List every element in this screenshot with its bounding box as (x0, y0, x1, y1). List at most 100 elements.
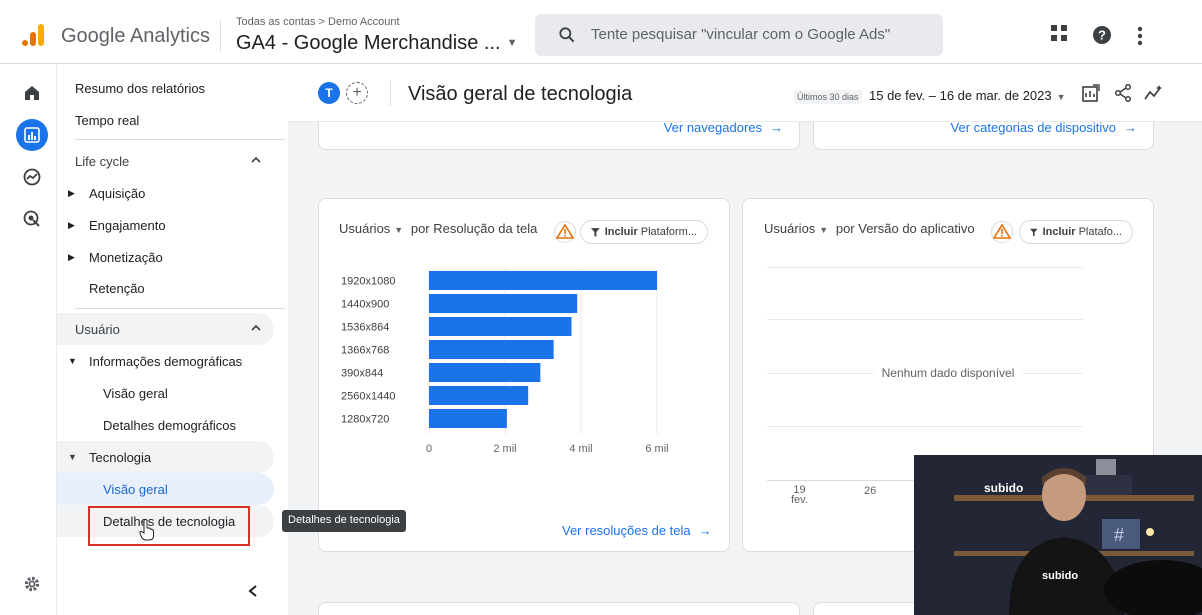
view-screen-resolutions-link[interactable]: Ver resoluções de tela → (562, 523, 712, 538)
reports-nav-button[interactable] (16, 119, 48, 151)
more-vert-icon[interactable] (1137, 26, 1143, 46)
dimension-label: por Versão do aplicativo (835, 221, 975, 236)
comparison-avatar[interactable]: T (318, 82, 340, 104)
home-nav-button[interactable] (16, 77, 48, 109)
nav-item-engagement[interactable]: ▶ Engajamento (68, 209, 166, 241)
category-label: 390x844 (341, 368, 383, 380)
gridline (767, 426, 1083, 427)
platform-filter-chip[interactable]: Incluir Plataform... (580, 220, 708, 244)
nav-item-tech-overview[interactable]: Visão geral (57, 473, 274, 505)
filter-value: Plataform... (640, 226, 697, 238)
x-tick-label: 2 mil (493, 443, 516, 455)
page-header: T + Visão geral de tecnologia Últimos 30… (288, 64, 1202, 122)
chevron-up-icon (251, 156, 261, 163)
view-browsers-link[interactable]: Ver navegadores → (664, 120, 783, 135)
nav-item-label: Visão geral (103, 481, 168, 497)
nav-item-reports-snapshot[interactable]: Resumo dos relatórios (75, 72, 205, 104)
share-icon[interactable] (1114, 84, 1132, 102)
top-bar: Google Analytics Todas as contas > Demo … (0, 0, 1202, 64)
expand-arrow-icon: ▶ (68, 251, 75, 262)
nav-item-demographics-overview[interactable]: Visão geral (103, 377, 168, 409)
google-analytics-logo-icon[interactable] (20, 22, 46, 48)
x-tick-label: 0 (426, 443, 432, 455)
bar-chart-icon (24, 127, 40, 143)
card-header: Usuários ▼ por Resolução da tela (339, 221, 537, 236)
nav-item-label: Monetização (89, 249, 163, 265)
metric-label: Usuários (764, 221, 816, 236)
no-data-text: Nenhum dado disponível (873, 366, 1023, 380)
highlight-box (88, 506, 250, 546)
view-device-categories-link[interactable]: Ver categorias de dispositivo → (951, 120, 1137, 135)
nav-section-lifecycle[interactable]: Life cycle (57, 145, 274, 177)
nav-item-monetization[interactable]: ▶ Monetização (68, 241, 163, 273)
link-label: Ver navegadores (663, 120, 762, 135)
dimension-label: por Resolução da tela (410, 221, 538, 236)
bar (429, 317, 572, 336)
caret-down-icon: ▼ (819, 225, 829, 235)
caret-down-icon: ▼ (394, 225, 404, 235)
nav-divider (75, 139, 285, 140)
bar (429, 294, 578, 313)
date-range-value: 15 de fev. – 16 de mar. de 2023 (869, 88, 1052, 103)
card-header: Usuários ▼ por Versão do aplicativo (764, 221, 975, 236)
warning-icon[interactable] (991, 221, 1013, 243)
nav-section-technology[interactable]: ▼ Tecnologia (57, 441, 274, 473)
svg-text:?: ? (1098, 28, 1106, 43)
resolution-bar-chart: 0 2 mil 4 mil 6 mil 1920x1080 1440x900 1536x86… (341, 269, 669, 455)
customize-report-icon[interactable] (1082, 84, 1100, 102)
search-box[interactable]: Tente pesquisar "vincular com o Google A… (535, 14, 943, 56)
date-range-picker[interactable]: 15 de fev. – 16 de mar. de 2023 ▼ (869, 88, 1066, 103)
category-label: 1536x864 (341, 322, 389, 334)
property-selector[interactable]: GA4 - Google Merchandise ... ▼ (236, 32, 517, 55)
home-icon (25, 86, 39, 100)
warning-icon[interactable] (554, 221, 576, 243)
expand-arrow-icon: ▶ (68, 219, 75, 230)
nav-item-demographics[interactable]: ▼ Informações demográficas (68, 345, 242, 377)
section-label: Usuário (75, 321, 120, 337)
platform-filter-chip[interactable]: Incluir Platafo... (1019, 220, 1133, 244)
caret-down-icon: ▼ (506, 37, 518, 49)
arrow-right-icon: → (770, 120, 783, 135)
nav-section-user[interactable]: Usuário (57, 313, 274, 345)
hand-cursor-icon (139, 519, 154, 541)
nav-divider (75, 308, 285, 309)
x-tick-label: 19 fev. (791, 485, 808, 506)
advertising-nav-button[interactable] (16, 203, 48, 235)
link-label: Ver resoluções de tela (562, 523, 691, 538)
section-label: Tecnologia (89, 449, 152, 465)
icon-rail (0, 64, 57, 615)
add-comparison-button[interactable]: + (346, 82, 368, 104)
nav-item-realtime[interactable]: Tempo real (75, 104, 139, 136)
explore-nav-button[interactable] (16, 161, 48, 193)
search-icon (559, 27, 575, 43)
shirt-logo-text: subido (1042, 570, 1079, 582)
property-name: GA4 - Google Merchandise ... (236, 32, 501, 54)
explore-icon (23, 168, 41, 186)
insights-icon[interactable] (1144, 84, 1164, 102)
metric-label: Usuários (339, 221, 391, 236)
link-label: Ver categorias de dispositivo (950, 120, 1116, 135)
product-name: Google Analytics (61, 25, 210, 47)
no-data-message: Nenhum dado disponível (743, 366, 1153, 380)
collapse-nav-chevron-left-icon[interactable] (247, 584, 259, 598)
metric-selector[interactable]: Usuários ▼ (764, 221, 832, 236)
arrow-right-icon: → (698, 523, 712, 538)
category-label: 1920x1080 (341, 276, 395, 288)
admin-settings-button[interactable] (16, 568, 48, 600)
advertising-icon (23, 210, 40, 227)
nav-item-acquisition[interactable]: ▶ Aquisição (68, 177, 145, 209)
bar (429, 340, 554, 359)
category-label: 1366x768 (341, 345, 389, 357)
nav-item-demographic-details[interactable]: Detalhes demográficos (103, 409, 236, 441)
breadcrumb[interactable]: Todas as contas > Demo Account (236, 16, 400, 28)
help-icon[interactable]: ? (1092, 25, 1112, 45)
gridline (767, 267, 1083, 268)
x-tick-month: fev. (791, 494, 808, 506)
collapse-arrow-icon: ▼ (68, 452, 77, 462)
subido-logo-text: subido (984, 481, 1024, 495)
metric-selector[interactable]: Usuários ▼ (339, 221, 407, 236)
nav-item-retention[interactable]: Retenção (89, 272, 145, 304)
apps-grid-icon[interactable] (1050, 24, 1068, 42)
svg-text:#: # (1114, 525, 1124, 545)
nav-tooltip: Detalhes de tecnologia (282, 510, 406, 532)
